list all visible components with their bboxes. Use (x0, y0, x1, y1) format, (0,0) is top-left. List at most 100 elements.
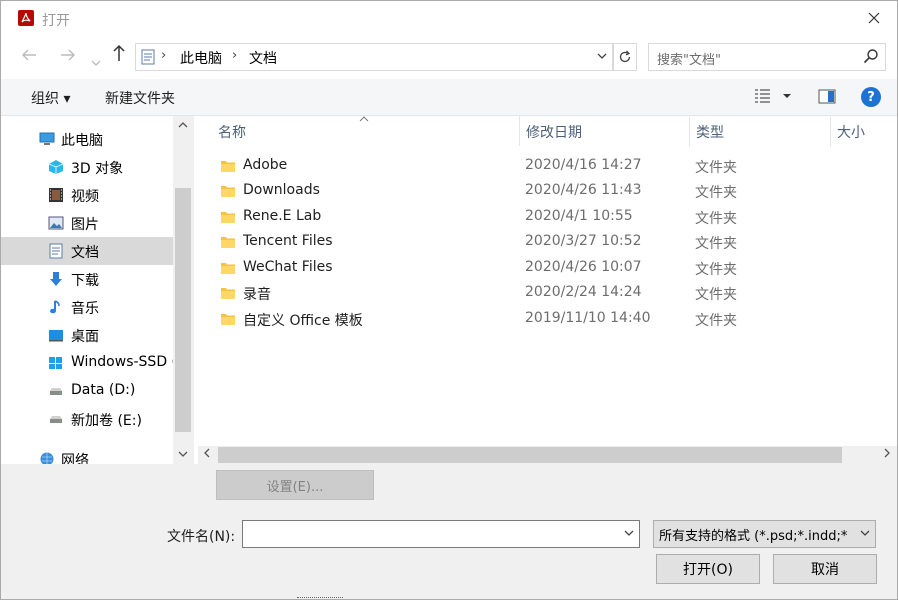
change-view-button[interactable] (753, 87, 793, 109)
drive-icon (50, 388, 62, 395)
refresh-button[interactable] (613, 43, 637, 71)
up-button[interactable] (112, 44, 126, 67)
nav-item-pictures[interactable]: 图片 (1, 209, 173, 237)
file-row[interactable]: Tencent Files 2020/3/27 10:52 文件夹 (194, 230, 884, 255)
column-header-modified[interactable]: 修改日期 (520, 116, 689, 146)
recent-locations-button[interactable] (91, 51, 101, 70)
scroll-right-arrow-icon[interactable] (884, 448, 891, 461)
file-type: 文件夹 (695, 313, 737, 329)
nav-item-label: 音乐 (71, 301, 99, 317)
scroll-up-arrow-icon[interactable] (178, 120, 188, 131)
open-file-dialog: 打开 › 此电脑 › 文档 搜索"文档" 组织 ▾ 新建文件夹 ? 此电脑 3D… (0, 0, 898, 600)
file-type-filter-value: 所有支持的格式 (*.psd;*.indd;* (659, 529, 848, 544)
acrobat-app-icon (18, 10, 34, 26)
nav-item-this-pc[interactable]: 此电脑 (1, 125, 173, 153)
file-name: Downloads (243, 182, 320, 198)
column-header-name[interactable]: 名称 (194, 116, 519, 146)
documents-icon (141, 49, 155, 65)
file-row[interactable]: WeChat Files 2020/4/26 10:07 文件夹 (194, 256, 884, 281)
breadcrumb-separator-icon: › (161, 48, 167, 63)
close-button[interactable] (851, 1, 897, 35)
folder-icon (221, 186, 235, 197)
file-row[interactable]: Adobe 2020/4/16 14:27 文件夹 (194, 154, 884, 179)
nav-item-label: 下载 (71, 273, 99, 289)
scrollbar-thumb[interactable] (175, 188, 191, 432)
file-name: 录音 (243, 287, 271, 303)
nav-item-windows-ssd[interactable]: Windows-SSD ( (1, 349, 177, 377)
settings-button[interactable]: 设置(E)... (216, 470, 374, 500)
address-bar[interactable]: › 此电脑 › 文档 (135, 43, 613, 71)
back-button[interactable] (21, 47, 37, 66)
open-button[interactable]: 打开(O) (656, 554, 760, 584)
scroll-down-arrow-icon[interactable] (178, 450, 188, 461)
nav-pane-scrollbar[interactable] (173, 116, 193, 464)
documents-icon (49, 243, 63, 259)
file-name: 自定义 Office 模板 (243, 313, 363, 329)
search-placeholder: 搜索"文档" (657, 53, 721, 68)
column-header-label: 类型 (696, 125, 724, 141)
3d-objects-icon (48, 160, 64, 174)
breadcrumb-documents[interactable]: 文档 (249, 48, 277, 68)
scroll-left-arrow-icon[interactable] (203, 448, 210, 461)
search-box[interactable]: 搜索"文档" (648, 43, 886, 71)
file-type: 文件夹 (695, 262, 737, 278)
chevron-down-icon (860, 530, 870, 536)
filename-label: 文件名(N): (167, 529, 236, 545)
folder-icon (221, 288, 235, 299)
file-row[interactable]: Downloads 2020/4/26 11:43 文件夹 (194, 179, 884, 204)
nav-item-music[interactable]: 音乐 (1, 293, 173, 321)
file-name: Tencent Files (243, 233, 333, 249)
video-icon (49, 188, 63, 202)
nav-item-label: 文档 (71, 245, 99, 261)
chevron-down-icon (597, 53, 607, 59)
file-row[interactable]: 自定义 Office 模板 2019/11/10 14:40 文件夹 (194, 307, 884, 332)
column-header-type[interactable]: 类型 (690, 116, 830, 146)
folder-icon (221, 237, 235, 248)
drive-icon (50, 416, 62, 423)
desktop-icon (49, 330, 63, 342)
scrollbar-thumb[interactable] (218, 447, 842, 463)
breadcrumb-this-pc[interactable]: 此电脑 (180, 48, 222, 68)
file-type: 文件夹 (695, 236, 737, 252)
file-row[interactable]: 录音 2020/2/24 14:24 文件夹 (194, 281, 884, 306)
nav-item-label: 桌面 (71, 329, 99, 345)
file-name: Rene.E Lab (243, 208, 322, 224)
command-bar: 组织 ▾ 新建文件夹 ? (1, 79, 897, 116)
nav-item-desktop[interactable]: 桌面 (1, 321, 173, 349)
breadcrumb-separator-icon: › (232, 48, 238, 63)
column-header-size[interactable]: 大小 (831, 116, 897, 146)
file-list-horizontal-scrollbar[interactable] (198, 446, 897, 464)
filename-combobox[interactable] (242, 520, 640, 548)
nav-item-downloads[interactable]: 下载 (1, 265, 173, 293)
nav-item-documents[interactable]: 文档 (1, 237, 173, 265)
folder-icon (221, 161, 235, 172)
nav-item-new-volume-e[interactable]: 新加卷 (E:) (1, 405, 173, 433)
filename-input[interactable] (246, 523, 620, 545)
nav-item-label: 新加卷 (E:) (71, 413, 142, 429)
organize-menu[interactable]: 组织 ▾ (31, 88, 70, 108)
preview-pane-button[interactable] (818, 89, 836, 108)
nav-item-label: 3D 对象 (71, 161, 124, 177)
forward-button[interactable] (60, 47, 76, 66)
download-icon (50, 272, 62, 286)
new-folder-button[interactable]: 新建文件夹 (105, 88, 175, 108)
title-bar: 打开 (1, 1, 897, 35)
nav-item-label: 视频 (71, 189, 99, 205)
help-button[interactable]: ? (861, 87, 881, 107)
folder-icon (221, 212, 235, 223)
file-modified: 2020/2/24 14:24 (525, 284, 642, 300)
file-name: Adobe (243, 157, 288, 173)
column-header-label: 修改日期 (526, 125, 582, 141)
nav-item-network[interactable]: 网络 (1, 445, 173, 464)
file-row[interactable]: Rene.E Lab 2020/4/1 10:55 文件夹 (194, 205, 884, 230)
nav-item-3d-objects[interactable]: 3D 对象 (1, 153, 173, 181)
file-list: 名称 修改日期 类型 大小 Adobe 2020/4/16 14:27 文件夹 … (194, 116, 897, 464)
nav-item-data-d[interactable]: Data (D:) (1, 377, 173, 405)
help-icon: ? (867, 89, 875, 105)
cancel-button[interactable]: 取消 (773, 554, 877, 584)
nav-item-videos[interactable]: 视频 (1, 181, 173, 209)
file-type: 文件夹 (695, 211, 737, 227)
column-header-label: 名称 (218, 125, 246, 141)
nav-item-label: 此电脑 (61, 133, 103, 149)
file-type-filter[interactable]: 所有支持的格式 (*.psd;*.indd;* (653, 520, 876, 548)
